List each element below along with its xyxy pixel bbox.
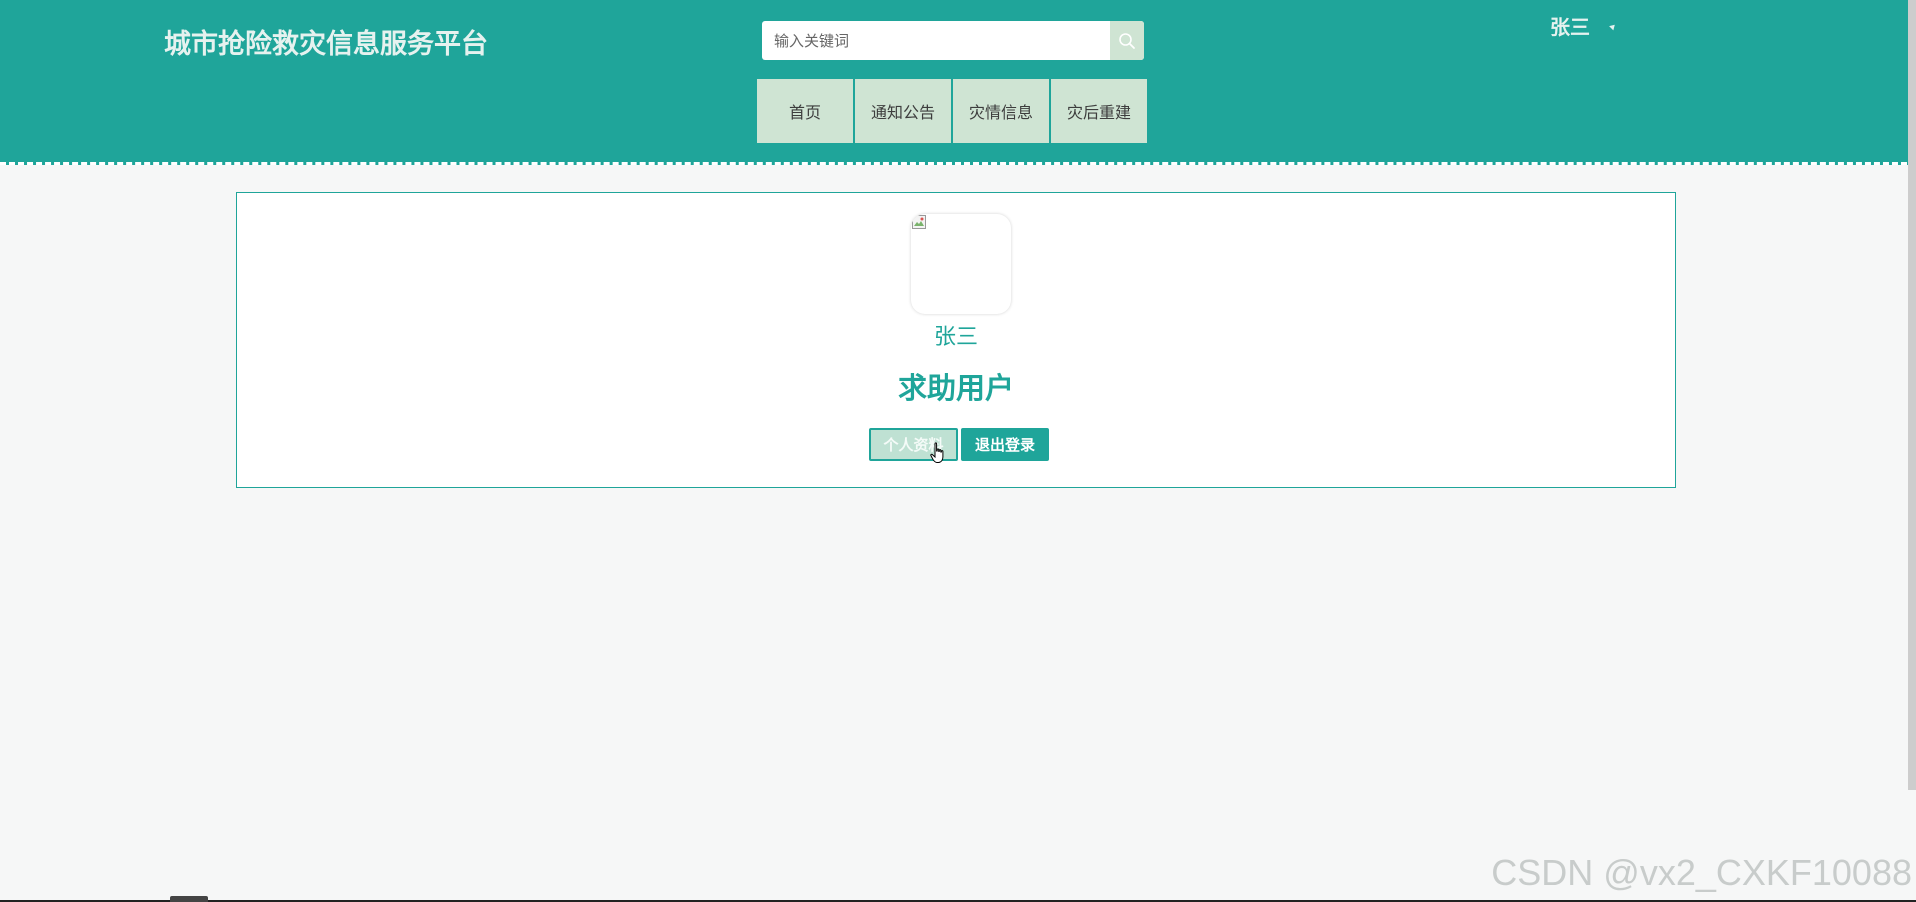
nav-item-disaster-info[interactable]: 灾情信息 bbox=[953, 79, 1049, 143]
bottom-tab bbox=[170, 896, 208, 902]
profile-actions: 个人资料 退出登录 bbox=[869, 428, 1049, 461]
user-menu[interactable]: 张三 bbox=[1550, 11, 1617, 40]
user-name[interactable]: 张三 bbox=[1550, 11, 1590, 40]
logout-button[interactable]: 退出登录 bbox=[961, 428, 1049, 461]
search-box bbox=[762, 21, 1144, 60]
caret-icon[interactable] bbox=[1609, 22, 1617, 31]
search-button[interactable] bbox=[1110, 21, 1144, 60]
profile-button[interactable]: 个人资料 bbox=[869, 428, 958, 461]
watermark: CSDN @vx2_CXKF10088 bbox=[1491, 852, 1912, 893]
role-title: 求助用户 bbox=[897, 371, 1014, 405]
nav-item-home[interactable]: 首页 bbox=[757, 79, 853, 143]
main-nav: 首页 通知公告 灾情信息 灾后重建 bbox=[757, 79, 1147, 143]
header: 城市抢险救灾信息服务平台 首页 通知公告 灾情信息 灾后重建 张三 bbox=[0, 0, 1916, 165]
page: 城市抢险救灾信息服务平台 首页 通知公告 灾情信息 灾后重建 张三 bbox=[0, 0, 1916, 902]
search-icon bbox=[1119, 32, 1135, 49]
nav-item-reconstruction[interactable]: 灾后重建 bbox=[1051, 79, 1147, 143]
search-input[interactable] bbox=[762, 21, 1108, 60]
vertical-scrollbar[interactable] bbox=[1908, 0, 1916, 790]
avatar bbox=[911, 214, 1011, 314]
site-title: 城市抢险救灾信息服务平台 bbox=[164, 29, 488, 60]
broken-image-icon bbox=[912, 215, 926, 229]
profile-card: 张三 求助用户 个人资料 退出登录 bbox=[236, 192, 1676, 488]
profile-name: 张三 bbox=[933, 325, 978, 350]
nav-item-notices[interactable]: 通知公告 bbox=[855, 79, 951, 143]
